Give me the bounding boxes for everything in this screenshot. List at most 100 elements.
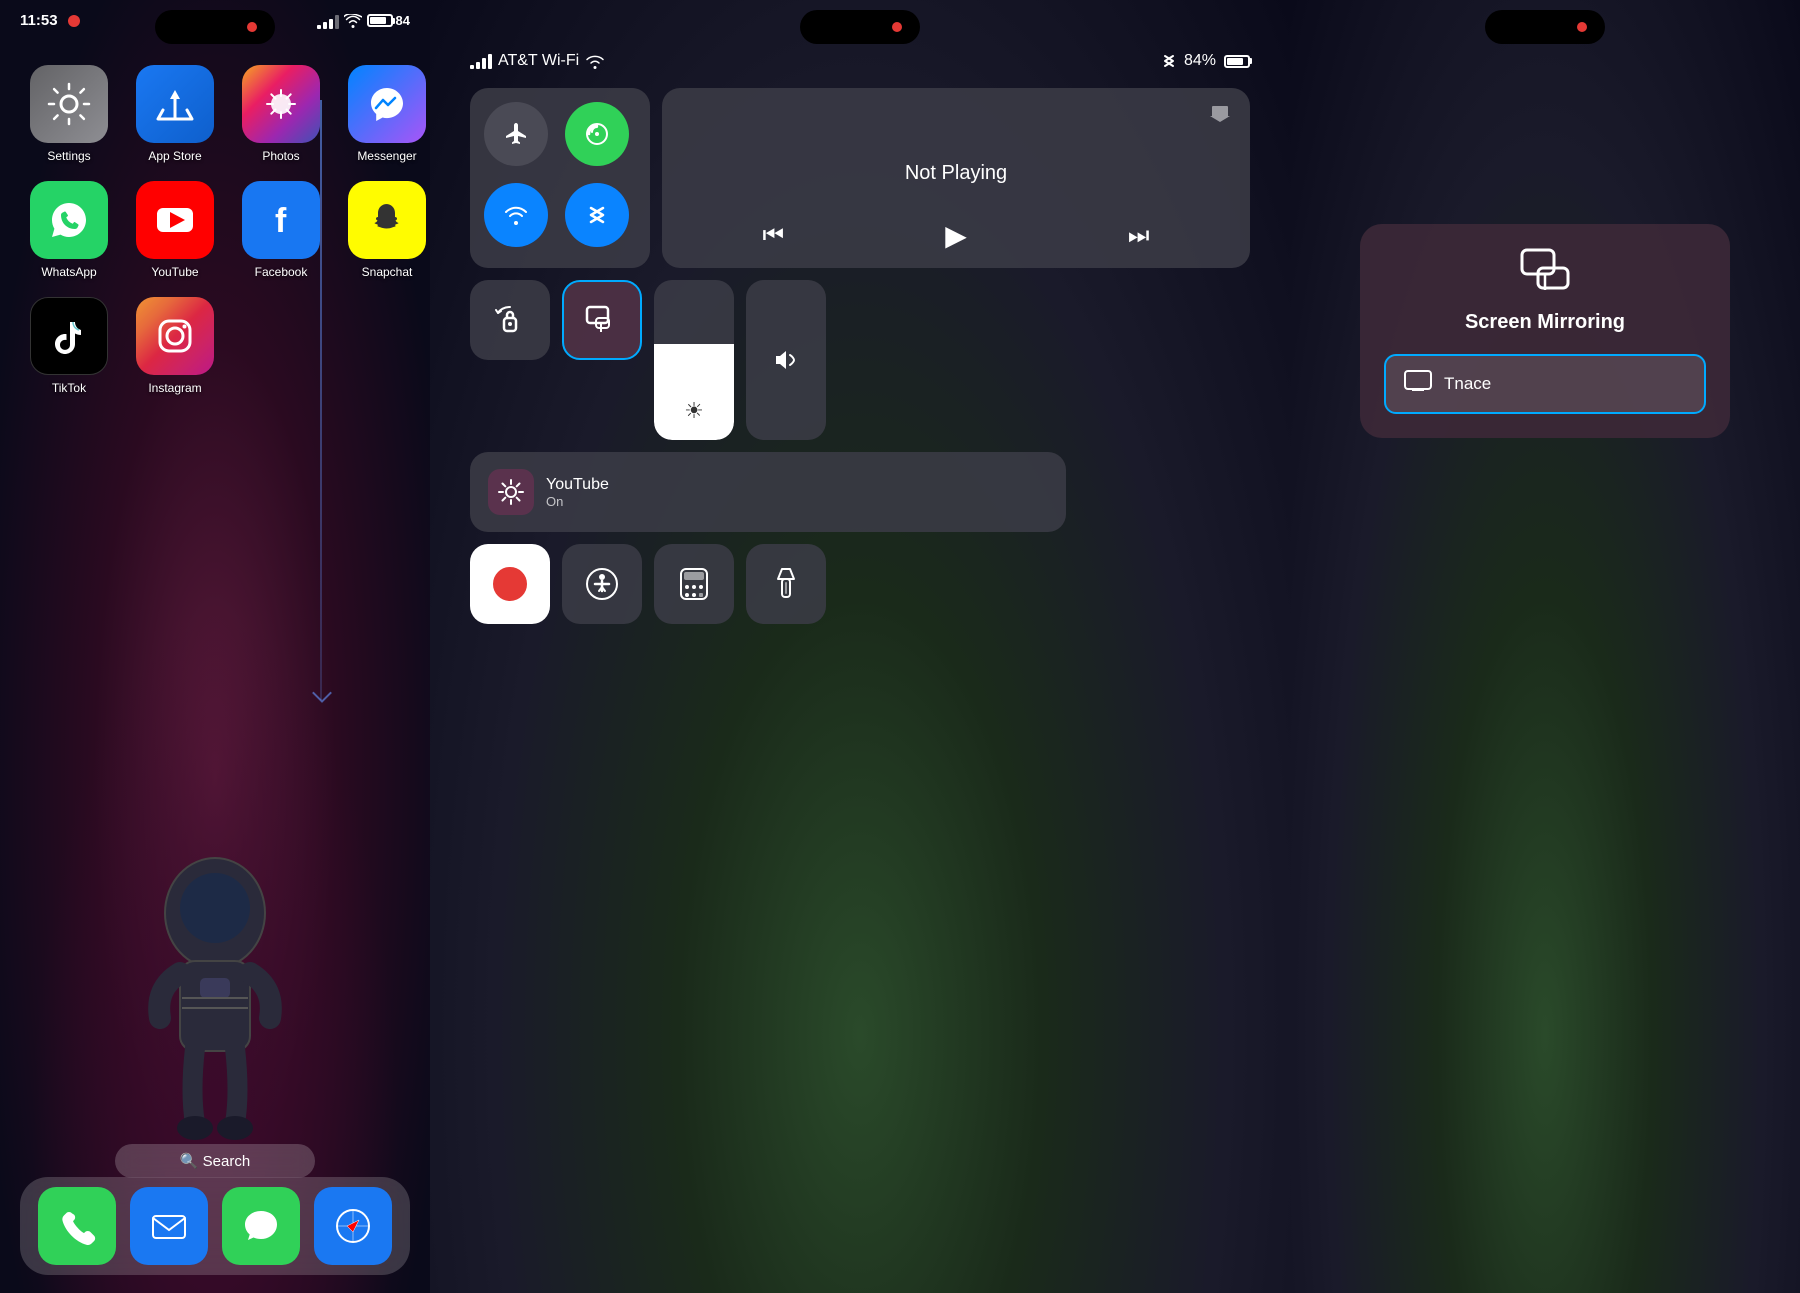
dynamic-island-dot	[247, 22, 257, 32]
status-left: 11:53	[20, 12, 80, 29]
cc-accessibility-btn[interactable]	[562, 544, 642, 624]
app-youtube[interactable]: YouTube	[130, 181, 220, 279]
app-whatsapp[interactable]: WhatsApp	[24, 181, 114, 279]
cc-battery-icon	[1224, 55, 1250, 68]
cc-brightness-slider[interactable]: ☀	[654, 280, 734, 440]
cc-placeholder-1	[1078, 452, 1158, 532]
cc-airplay-icon	[1210, 104, 1230, 127]
cc-calculator-btn[interactable]	[654, 544, 734, 624]
battery-pct: 84	[396, 13, 410, 28]
cc-status-right: 84%	[1162, 52, 1250, 70]
dynamic-island-2	[800, 10, 920, 44]
cc-airplane-btn[interactable]	[484, 102, 548, 166]
app-label-photos: Photos	[262, 149, 299, 163]
photos-icon[interactable]	[242, 65, 320, 143]
facebook-icon[interactable]: f	[242, 181, 320, 259]
dynamic-island	[155, 10, 275, 44]
mirror-device-name: Tnace	[1444, 374, 1491, 394]
youtube-btn-label: YouTube	[546, 476, 609, 494]
youtube-btn-sub: On	[546, 494, 609, 509]
mirror-title-row: Screen Mirroring	[1384, 248, 1706, 334]
search-bar[interactable]: 🔍 Search	[115, 1144, 315, 1178]
app-messenger[interactable]: Messenger	[342, 65, 430, 163]
youtube-icon-wrap	[488, 469, 534, 515]
prev-btn[interactable]: ⏮	[763, 222, 785, 250]
instagram-icon[interactable]	[136, 297, 214, 375]
cc-status-left: AT&T Wi-Fi	[470, 52, 605, 70]
play-btn[interactable]: ▶	[945, 219, 967, 252]
cc-bluetooth-btn[interactable]	[565, 183, 629, 247]
cc-wifi-btn[interactable]	[484, 183, 548, 247]
cc-volume-slider[interactable]	[746, 280, 826, 440]
apps-grid: Settings App Store Photos	[0, 45, 430, 415]
mirror-device-icon	[1404, 370, 1432, 398]
dock-phone[interactable]	[38, 1187, 116, 1265]
app-label-appstore: App Store	[148, 149, 201, 163]
cc-record-btn[interactable]	[470, 544, 550, 624]
cc-cellular-btn[interactable]	[565, 102, 629, 166]
tiktok-icon[interactable]	[30, 297, 108, 375]
whatsapp-icon[interactable]	[30, 181, 108, 259]
cc-row-3: YouTube On	[470, 452, 1250, 532]
app-settings[interactable]: Settings	[24, 65, 114, 163]
app-label-tiktok: TikTok	[52, 381, 86, 395]
brightness-fill	[654, 344, 734, 440]
cc-status-bar: AT&T Wi-Fi 84%	[430, 44, 1290, 78]
app-snapchat[interactable]: Snapchat	[342, 181, 430, 279]
screen-mirroring-title: Screen Mirroring	[1465, 311, 1625, 334]
appstore-icon[interactable]	[136, 65, 214, 143]
time-display: 11:53	[20, 12, 58, 29]
astronaut-image	[0, 763, 430, 1183]
cc-row-4	[470, 544, 1250, 624]
app-facebook[interactable]: f Facebook	[236, 181, 326, 279]
dock-safari[interactable]	[314, 1187, 392, 1265]
cc-carrier: AT&T Wi-Fi	[498, 52, 579, 70]
next-btn[interactable]: ⏭	[1128, 222, 1150, 250]
screen-mirror-icon	[1520, 248, 1570, 301]
dynamic-island-3	[1485, 10, 1605, 44]
control-center-panel: AT&T Wi-Fi 84%	[430, 0, 1290, 1293]
svg-text:f: f	[275, 202, 287, 240]
app-label-messenger: Messenger	[357, 149, 416, 163]
signal-icon	[317, 13, 339, 29]
mirror-device-item[interactable]: Tnace	[1384, 354, 1706, 414]
recording-dot	[68, 15, 80, 27]
cc-battery-pct: 84%	[1184, 52, 1216, 70]
status-right: 84	[317, 13, 410, 29]
cc-row-2: ☀	[470, 280, 1250, 440]
settings-icon[interactable]	[30, 65, 108, 143]
messenger-icon[interactable]	[348, 65, 426, 143]
app-appstore[interactable]: App Store	[130, 65, 220, 163]
dock	[20, 1177, 410, 1275]
app-label-whatsapp: WhatsApp	[41, 265, 96, 279]
home-screen-panel: 11:53 84	[0, 0, 430, 1293]
screen-mirroring-card: Screen Mirroring Tnace	[1360, 224, 1730, 438]
youtube-icon[interactable]	[136, 181, 214, 259]
dock-messages[interactable]	[222, 1187, 300, 1265]
app-photos[interactable]: Photos	[236, 65, 326, 163]
app-label-facebook: Facebook	[255, 265, 308, 279]
app-label-settings: Settings	[47, 149, 90, 163]
app-label-snapchat: Snapchat	[362, 265, 413, 279]
cc-controls-container: Not Playing ⏮ ▶ ⏭	[430, 78, 1290, 634]
dynamic-island-dot-3	[1577, 22, 1587, 32]
brightness-icon: ☀	[684, 398, 704, 424]
cc-youtube-btn[interactable]: YouTube On	[470, 452, 1066, 532]
cc-flashlight-btn[interactable]	[746, 544, 826, 624]
screen-mirroring-panel: Screen Mirroring Tnace	[1290, 0, 1800, 1293]
search-text[interactable]: 🔍 Search	[180, 1153, 250, 1170]
cc-now-playing: Not Playing ⏮ ▶ ⏭	[662, 88, 1250, 268]
battery-indicator: 84	[367, 13, 410, 28]
cc-screen-mirror-btn[interactable]	[562, 280, 642, 360]
snapchat-icon[interactable]	[348, 181, 426, 259]
app-tiktok[interactable]: TikTok	[24, 297, 114, 395]
app-instagram[interactable]: Instagram	[130, 297, 220, 395]
cc-row-1: Not Playing ⏮ ▶ ⏭	[470, 88, 1250, 268]
cc-wifi-icon	[585, 54, 605, 69]
cc-rotation-lock-btn[interactable]	[470, 280, 550, 360]
app-label-youtube: YouTube	[151, 265, 198, 279]
cc-signal-icon	[470, 53, 492, 69]
cc-placeholder-2	[1170, 452, 1250, 532]
now-playing-text: Not Playing	[905, 162, 1007, 185]
dock-mail[interactable]	[130, 1187, 208, 1265]
